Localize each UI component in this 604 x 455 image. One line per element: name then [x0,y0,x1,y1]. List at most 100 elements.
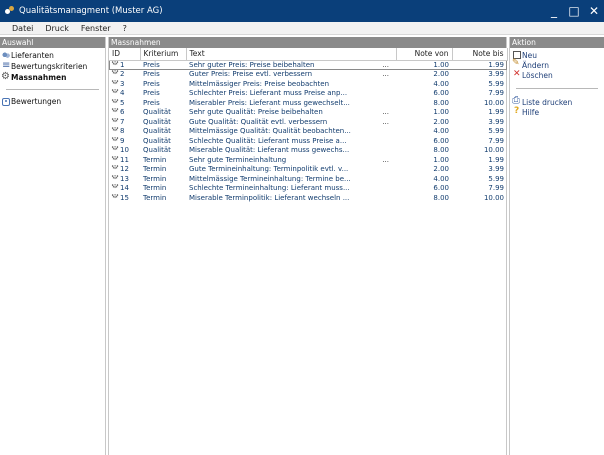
table-row[interactable]: 2 Preis Guter Preis: Preise evtl. verbesse… [109,70,507,80]
delete-button[interactable]: Löschen [510,69,604,80]
cell-note-bis: 10.00 [483,146,504,154]
cell-note-von: 2.00 [433,117,449,126]
column-header-note-bis[interactable]: Note bis [452,48,508,61]
cell-id-value: 6 [120,108,125,116]
help-icon [513,106,521,116]
cell-kriterium: Qualität [143,108,171,116]
menu-druck[interactable]: Druck [39,24,75,33]
action-label: Ändern [522,60,549,70]
cell-id-value: 1 [120,60,125,69]
action-panel: Aktion Neu Ändern Löschen Liste drucken … [509,37,604,455]
nav-item-lieferanten[interactable]: Lieferanten [0,50,105,61]
cell-id-value: 12 [120,165,129,173]
table-row[interactable]: 7 Qualität Gute Qualität: Qualität evtl. v… [109,118,507,128]
cell-text-ellipsis [389,127,393,137]
cell-text: Sehr gute Qualität: Preise beibehalten..… [186,108,396,118]
help-button[interactable]: Hilfe [510,106,604,117]
table-row[interactable]: 3 Preis Mittelmässiger Preis: Preise beoba… [109,80,507,90]
cell-kriterium: Termin [143,165,167,173]
cell-text: Mittelmässiger Preis: Preise beobachten [186,80,396,90]
cell-text-value: Mittelmässiger Preis: Preise beobachten [189,79,330,88]
menu-fenster[interactable]: Fenster [75,24,117,33]
cell-id: 13 [109,175,140,185]
cell-id: 1 [109,60,140,70]
measure-icon [111,80,119,89]
menu-help[interactable]: ? [117,24,133,33]
cell-id-value: 5 [120,98,125,107]
cell-note-bis: 3.99 [488,165,504,173]
maximize-button[interactable]: □ [564,0,584,22]
cell-note-von: 1.00 [433,60,449,69]
action-label: Liste drucken [522,97,573,107]
table-row[interactable]: 12 Termin Gute Termineinhaltung: Terminpol… [109,165,507,175]
cell-text-value: Miserable Qualität: Lieferant muss gewec… [189,146,350,154]
table-row[interactable]: 15 Termin Miserable Terminpolitik: Liefera… [109,194,507,204]
action-label: Hilfe [522,107,540,117]
table-header-row: ID Kriterium Text Note von Note bis [109,48,508,61]
nav-item-bewertungen[interactable]: Bewertungen [0,96,105,107]
table-row[interactable]: 8 Qualität Mittelmässige Qualität: Qualitä… [109,127,507,137]
table-row[interactable]: 6 Qualität Sehr gute Qualität: Preise beib… [109,108,507,118]
print-list-button[interactable]: Liste drucken [510,95,604,107]
minimize-button[interactable]: _ [544,0,564,22]
cell-text-ellipsis: ... [382,117,389,126]
divider [6,89,99,90]
table-row[interactable]: 14 Termin Schlechte Termineinhaltung: Lief… [109,184,507,194]
cell-text: Sehr guter Preis: Preise beibehalten... [186,60,396,70]
nav-item-massnahmen[interactable]: Massnahmen [0,71,105,83]
cell-kriterium: Qualität [143,136,171,145]
print-icon [512,95,521,106]
cell-text-ellipsis [389,80,393,90]
cell-note-bis: 3.99 [488,117,504,126]
measure-icon [111,89,119,98]
table-row[interactable]: 13 Termin Mittelmässige Termineinhaltung: … [109,175,507,185]
new-button[interactable]: Neu [510,50,604,60]
cell-id-value: 2 [120,70,125,78]
column-header-text[interactable]: Text [186,48,397,61]
cell-note-bis: 1.99 [488,108,504,116]
column-header-note-von[interactable]: Note von [396,48,453,61]
cell-text-value: Mittelmässige Qualität: Qualität beobach… [189,127,351,135]
table-row[interactable]: 1 Preis Sehr guter Preis: Preise beibehalt… [109,60,507,70]
cell-note-bis: 3.99 [488,70,504,78]
cell-text-ellipsis: ... [382,108,389,116]
selection-panel: Auswahl Lieferanten Bewertungskriterien … [0,37,106,455]
column-header-kriterium[interactable]: Kriterium [140,48,187,61]
nav-item-label: Bewertungen [11,97,62,106]
cell-id-value: 15 [120,193,129,202]
cell-kriterium: Preis [143,60,160,69]
cell-note-von: 4.00 [433,127,449,135]
delete-icon [513,69,521,79]
cell-id: 2 [109,70,140,80]
cell-text: Guter Preis: Preise evtl. verbessern... [186,70,396,80]
cell-id: 7 [109,118,140,128]
list-icon [2,60,10,71]
edit-button[interactable]: Ändern [510,58,604,70]
nav-item-bewertungskriterien[interactable]: Bewertungskriterien [0,60,105,72]
cell-note-bis: 10.00 [483,193,504,202]
cell-id-value: 4 [120,89,125,97]
table-row[interactable]: 11 Termin Sehr gute Termineinhaltung... 1.0… [109,156,507,166]
cell-text: Miserabler Preis: Lieferant muss gewechs… [186,99,396,109]
cell-note-von: 6.00 [433,136,449,145]
cell-id-value: 9 [120,136,125,145]
cell-id-value: 14 [120,184,129,192]
close-button[interactable]: ✕ [584,0,604,22]
table-row[interactable]: 10 Qualität Miserable Qualität: Lieferant … [109,146,507,156]
cell-id: 14 [109,184,140,194]
cell-text-value: Gute Termineinhaltung: Terminpolitik evt… [189,165,349,173]
cell-note-von: 8.00 [433,98,449,107]
edit-icon [512,58,521,69]
cell-text-value: Schlechte Termineinhaltung: Lieferant mu… [189,184,350,192]
cell-id: 8 [109,127,140,137]
table-row[interactable]: 5 Preis Miserabler Preis: Lieferant muss g… [109,99,507,109]
cell-note-bis: 1.99 [488,60,504,69]
cell-note-von: 1.00 [433,108,449,116]
table-row[interactable]: 9 Qualität Schlechte Qualität: Lieferant m… [109,137,507,147]
column-header-id[interactable]: ID [109,48,141,61]
rating-icon [2,97,10,106]
table-row[interactable]: 4 Preis Schlechter Preis: Lieferant muss P… [109,89,507,99]
menu-datei[interactable]: Datei [0,24,39,33]
measure-icon [111,184,119,193]
cell-kriterium: Termin [143,174,167,183]
